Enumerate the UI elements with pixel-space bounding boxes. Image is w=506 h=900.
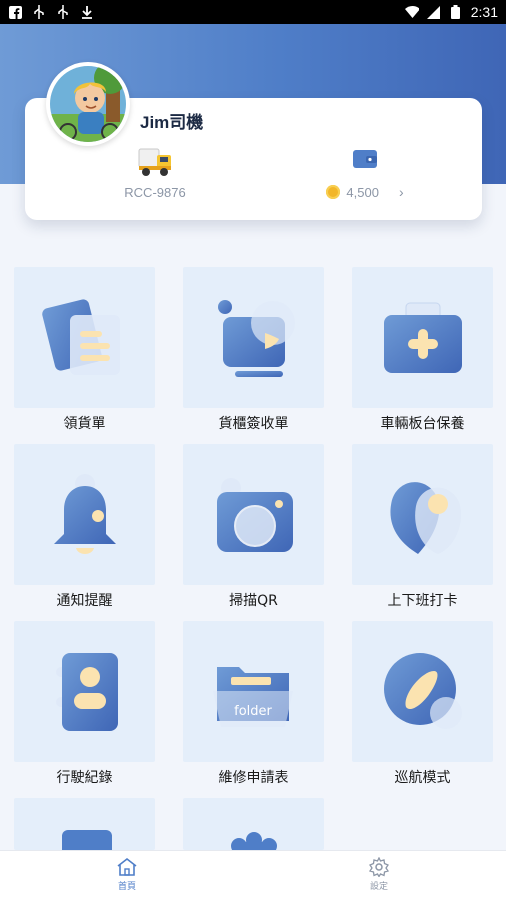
contact-book-icon: [55, 652, 118, 731]
tile-cruise-mode[interactable]: 巡航模式: [352, 621, 493, 788]
tile-label: 掃描QR: [229, 593, 278, 609]
tile-notifications[interactable]: 通知提醒: [14, 444, 155, 611]
document-icon: [61, 830, 112, 850]
nav-settings[interactable]: 設定: [349, 857, 409, 892]
tile-pickup-order[interactable]: 領貨單: [14, 267, 155, 434]
tile-clock-in-out[interactable]: 上下班打卡: [352, 444, 493, 611]
driver-name: Jim司機: [140, 113, 204, 132]
medical-kit-icon: [383, 302, 462, 373]
wallet-icon: [310, 148, 420, 170]
gear-icon: [368, 857, 390, 877]
nav-home[interactable]: 首頁: [97, 857, 157, 892]
gear-icon: [230, 832, 277, 850]
tile-row4-first[interactable]: [14, 798, 155, 850]
monitor-play-icon: [217, 299, 295, 377]
coin-icon: [326, 185, 341, 199]
download-icon: [80, 5, 94, 19]
tile-label: 領貨單: [63, 416, 106, 432]
chevron-right-icon: ›: [398, 184, 404, 200]
tile-row4-second[interactable]: [183, 798, 324, 850]
vehicle-plate: RCC-9876: [110, 145, 200, 200]
tile-label: 車輛板台保養: [380, 416, 465, 432]
usb-icon: [32, 5, 46, 19]
folder-icon: folder: [212, 666, 293, 727]
wallet-balance[interactable]: 4,500 ›: [310, 148, 420, 200]
status-time: 2:31: [470, 4, 498, 20]
balance-amount: 4,500: [346, 184, 379, 200]
wifi-icon: [404, 5, 419, 19]
tile-label: 維修申請表: [218, 770, 289, 786]
bottom-nav: 首頁 設定: [0, 850, 506, 900]
tile-label: 貨櫃簽收單: [218, 416, 289, 432]
tile-label: 巡航模式: [394, 770, 451, 786]
tile-label: 通知提醒: [56, 593, 113, 609]
location-pin-icon: [389, 481, 461, 554]
bell-icon: [53, 473, 116, 554]
tile-vehicle-maintenance[interactable]: 車輛板台保養: [352, 267, 493, 434]
compass-icon: [383, 652, 462, 729]
nav-settings-label: 設定: [369, 882, 388, 892]
folder-text: folder: [234, 704, 272, 719]
signal-icon: [427, 5, 441, 19]
status-bar: 2:31: [0, 0, 506, 24]
usb-icon: [56, 5, 70, 19]
truck-icon: [110, 145, 200, 177]
tile-label: 上下班打卡: [387, 593, 458, 609]
tile-container-receipt[interactable]: 貨櫃簽收單: [183, 267, 324, 434]
nav-home-label: 首頁: [117, 882, 136, 892]
tile-label: 行駛紀錄: [56, 770, 113, 786]
facebook-icon: [8, 5, 22, 19]
documents-icon: [41, 298, 120, 375]
camera-icon: [216, 477, 293, 552]
battery-icon: [449, 5, 463, 19]
avatar[interactable]: [46, 62, 130, 146]
tile-repair-request[interactable]: folder 維修申請表: [183, 621, 324, 788]
tile-scan-qr[interactable]: 掃描QR: [183, 444, 324, 611]
plate-number: RCC-9876: [124, 185, 186, 200]
home-icon: [117, 857, 137, 876]
tile-driving-record[interactable]: 行駛紀錄: [14, 621, 155, 788]
